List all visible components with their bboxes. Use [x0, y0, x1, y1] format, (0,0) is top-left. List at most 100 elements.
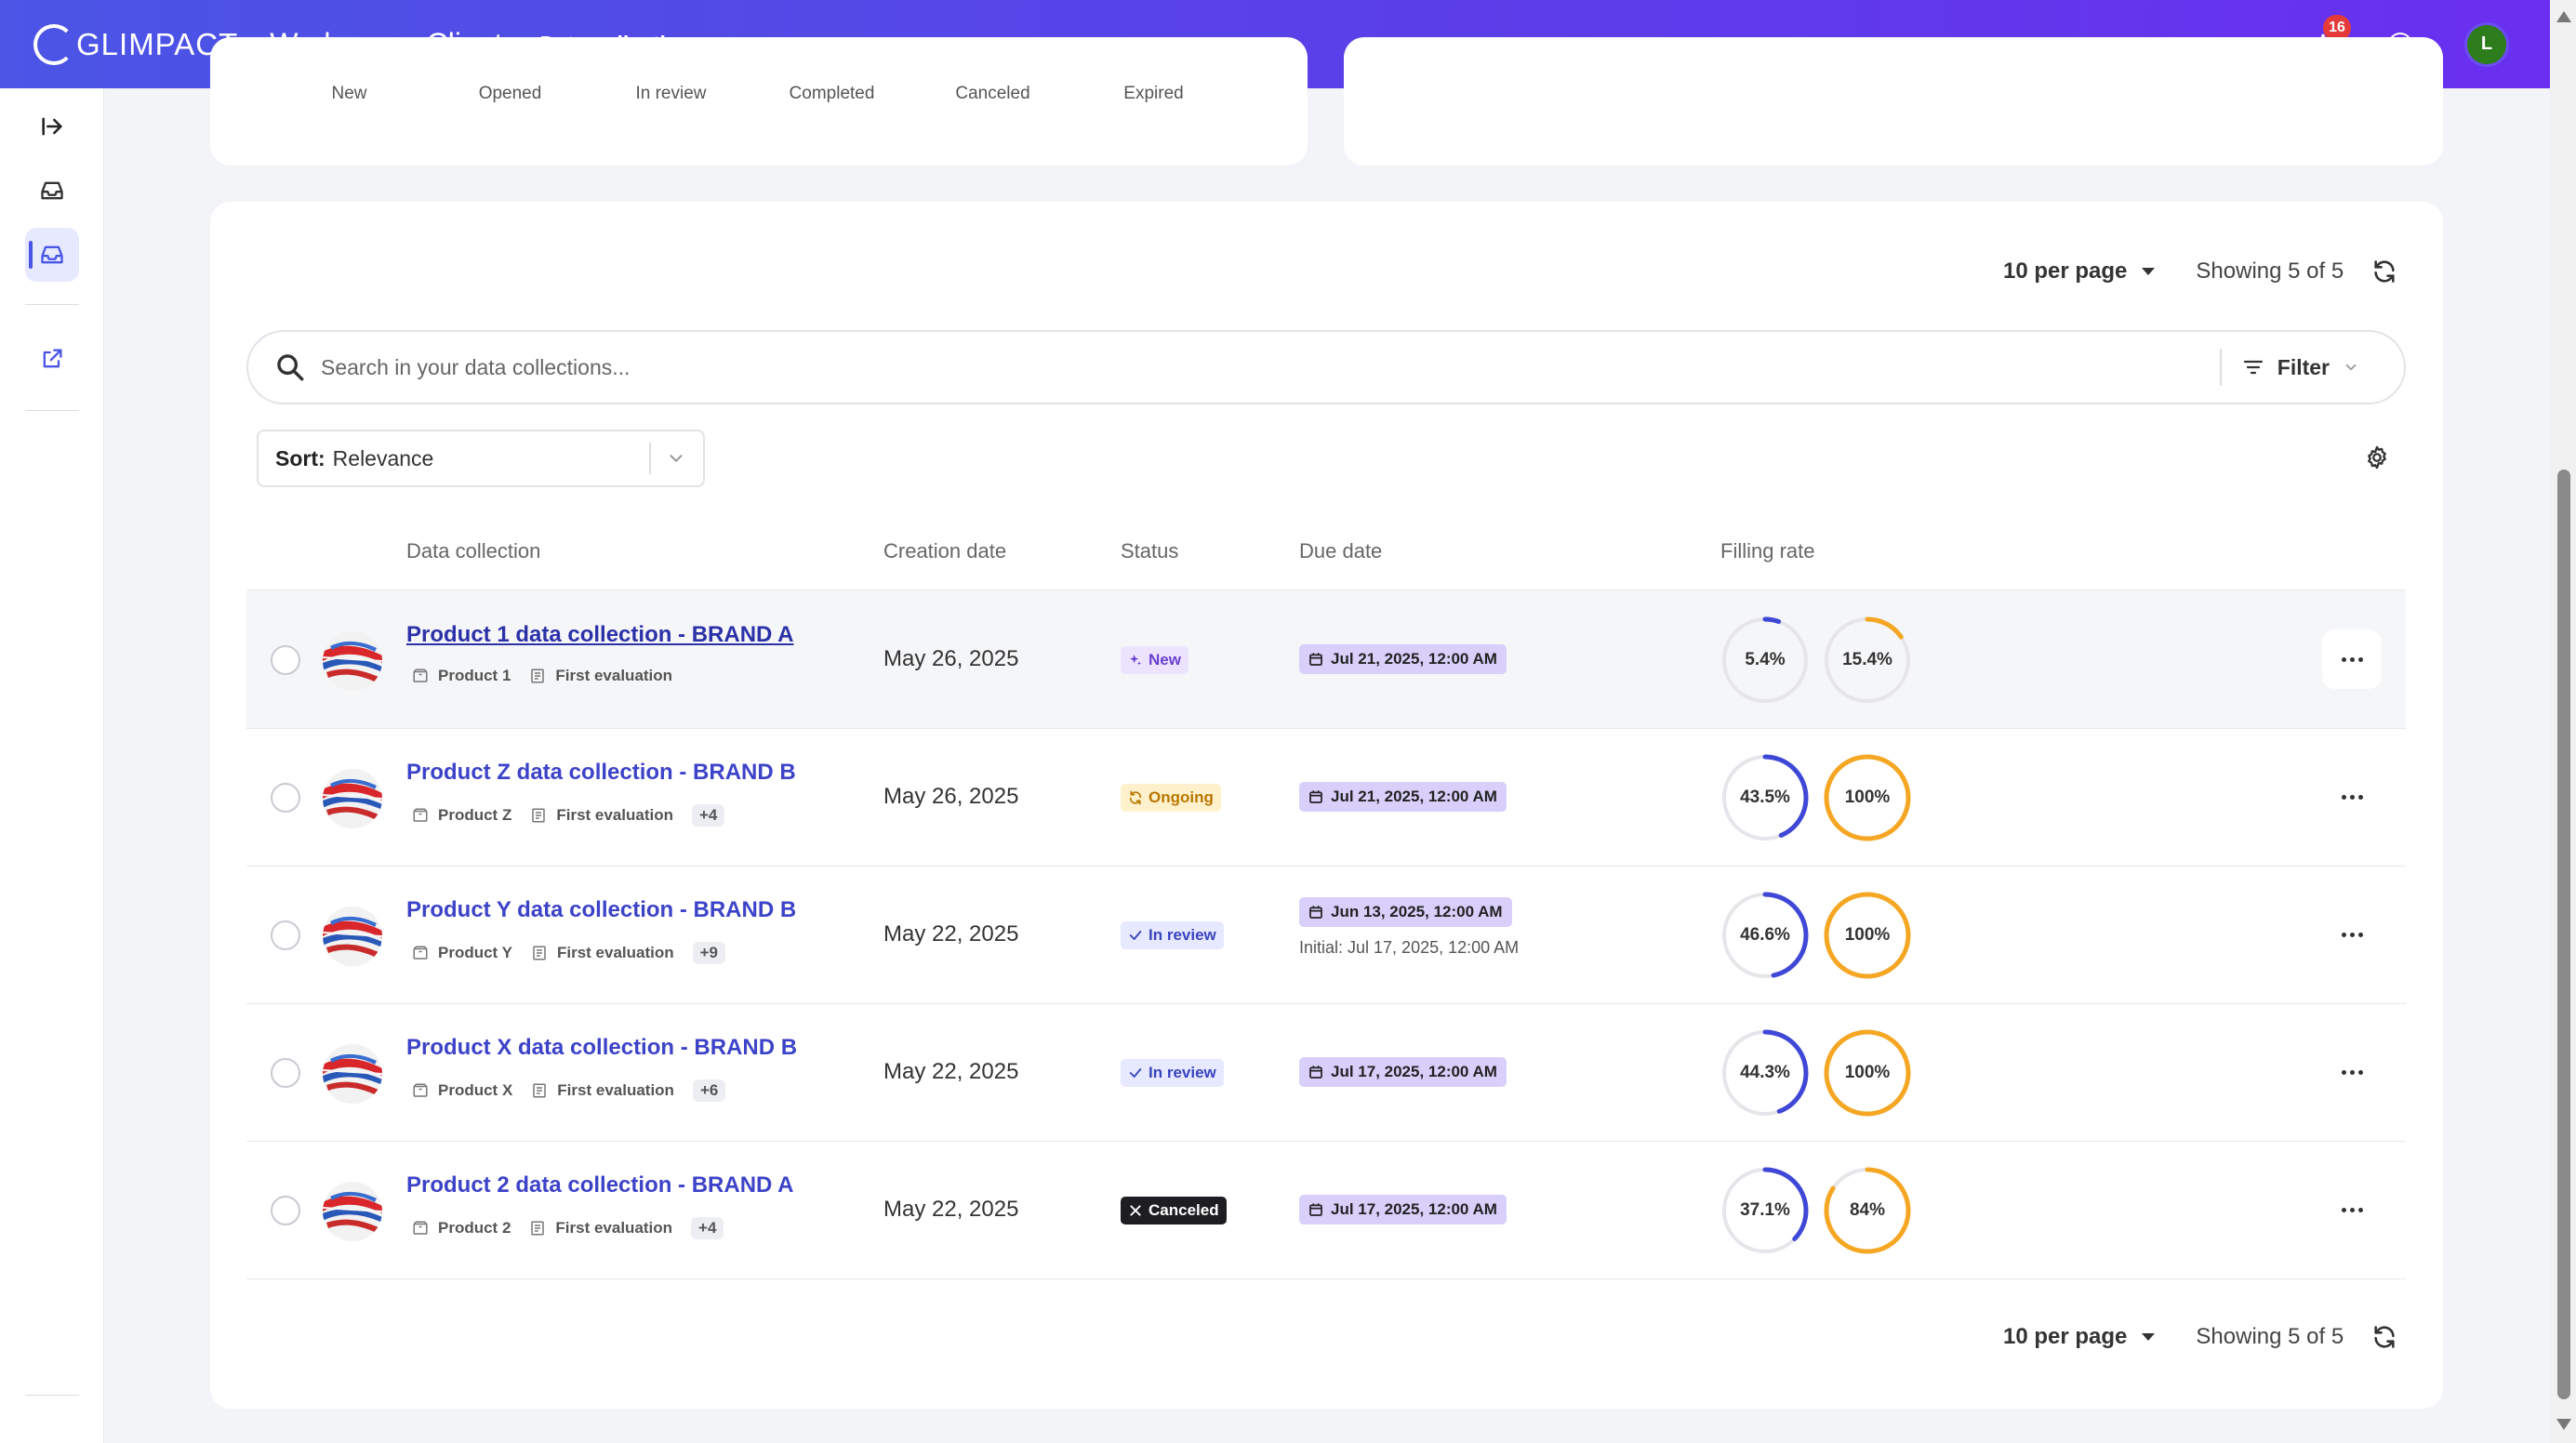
data-collection-title-link[interactable]: Product Z data collection - BRAND B: [406, 760, 796, 786]
data-collection-title-link[interactable]: Product 2 data collection - BRAND A: [406, 1172, 793, 1198]
more-tags-badge[interactable]: +4: [691, 804, 725, 827]
caret-down-icon: [2142, 268, 2156, 275]
more-tags-badge[interactable]: +4: [691, 1217, 724, 1239]
product-thumbnail: [323, 631, 382, 691]
calendar-icon: [1309, 906, 1322, 919]
status-badge: New: [1121, 646, 1188, 674]
inbox-icon: [41, 181, 63, 200]
package-icon: [413, 669, 428, 682]
product-tag: Product X: [412, 1081, 512, 1100]
status-label-canceled: Canceled: [955, 84, 1030, 103]
package-icon: [413, 1083, 428, 1097]
due-date-label: Jun 13, 2025, 12:00 AM: [1331, 903, 1503, 920]
evaluation-tag-label: First evaluation: [555, 1219, 673, 1237]
row-select-checkbox[interactable]: [271, 920, 300, 950]
secondary-summary-card: [1344, 37, 2443, 165]
left-rail: [0, 88, 104, 1443]
product-tag: Product Y: [412, 944, 512, 962]
due-date-badge: Jun 13, 2025, 12:00 AM: [1299, 897, 1512, 927]
per-page-select[interactable]: 10 per page: [2003, 258, 2156, 285]
data-collection-title-link[interactable]: Product X data collection - BRAND B: [406, 1035, 797, 1061]
column-header-due-date[interactable]: Due date: [1299, 539, 1382, 563]
column-header-creation-date[interactable]: Creation date: [883, 539, 1006, 563]
row-select-checkbox[interactable]: [271, 1196, 300, 1225]
row-more-actions-button[interactable]: [2322, 629, 2382, 689]
rail-external-link-button[interactable]: [25, 332, 79, 386]
rail-inbox-button[interactable]: [25, 164, 79, 218]
table-row[interactable]: Product Y data collection - BRAND B Produ…: [246, 866, 2406, 1003]
sort-select[interactable]: Sort: Relevance: [257, 430, 705, 487]
status-label-completed: Completed: [789, 84, 875, 103]
row-tags: Product 2 First evaluation +4: [412, 1217, 724, 1239]
page-scrollbar[interactable]: [2550, 0, 2576, 1443]
filter-button[interactable]: Filter: [2242, 355, 2372, 380]
showing-count: Showing 5 of 5: [2196, 258, 2344, 284]
row-more-actions-button[interactable]: [2322, 905, 2382, 964]
search-input[interactable]: [321, 354, 2220, 380]
row-more-actions-button[interactable]: [2322, 1042, 2382, 1102]
column-header-data-collection[interactable]: Data collection: [406, 539, 540, 563]
chevron-down-icon: [670, 455, 683, 462]
data-collection-title-link[interactable]: Product Y data collection - BRAND B: [406, 897, 796, 923]
due-date-badge: Jul 17, 2025, 12:00 AM: [1299, 1195, 1507, 1225]
more-dot-icon: [2341, 794, 2346, 800]
showing-count: Showing 5 of 5: [2196, 1324, 2344, 1349]
inbox-active-icon: [41, 245, 63, 264]
per-page-select[interactable]: 10 per page: [2003, 1324, 2156, 1350]
scroll-up-arrow[interactable]: [2556, 11, 2571, 22]
row-select-checkbox[interactable]: [271, 1058, 300, 1088]
row-more-actions-button[interactable]: [2322, 1180, 2382, 1239]
package-icon: [413, 1221, 428, 1235]
filling-rate-primary: 43.5%: [1720, 752, 1811, 843]
creation-date: May 26, 2025: [883, 646, 1019, 671]
due-date-initial: Initial: Jul 17, 2025, 12:00 AM: [1299, 938, 1520, 957]
scroll-thumb[interactable]: [2557, 470, 2570, 1399]
row-select-checkbox[interactable]: [271, 645, 300, 675]
rail-data-collections-button[interactable]: [25, 228, 79, 282]
creation-date: May 22, 2025: [883, 921, 1019, 947]
check-icon: [1129, 1068, 1142, 1078]
creation-date: May 26, 2025: [883, 784, 1019, 809]
per-page-label: 10 per page: [2003, 1324, 2128, 1349]
scroll-down-arrow[interactable]: [2556, 1419, 2571, 1430]
table-row[interactable]: Product 1 data collection - BRAND A Produ…: [246, 590, 2406, 728]
user-avatar[interactable]: L: [2464, 21, 2509, 67]
refresh-icon[interactable]: [2371, 258, 2397, 285]
due-date-label: Jul 17, 2025, 12:00 AM: [1331, 1063, 1497, 1080]
calendar-icon: [1309, 1066, 1322, 1079]
table-row[interactable]: Product Z data collection - BRAND B Produ…: [246, 728, 2406, 866]
status-label-new: New: [331, 84, 367, 103]
expand-sidebar-button[interactable]: [25, 99, 79, 153]
table-row[interactable]: Product 2 data collection - BRAND A Produ…: [246, 1141, 2406, 1278]
gear-icon[interactable]: [2364, 444, 2390, 470]
close-icon: [1130, 1205, 1141, 1216]
sort-label: Sort:: [275, 445, 325, 470]
more-tags-badge[interactable]: +6: [692, 1079, 726, 1102]
filling-rate-secondary: 100%: [1822, 1027, 1913, 1119]
more-dot-icon: [2341, 656, 2346, 662]
status-summary-card: New Opened In review Completed Canceled …: [210, 37, 1308, 165]
product-thumbnail-image: [323, 1182, 382, 1241]
row-more-actions-button[interactable]: [2322, 767, 2382, 827]
calendar-icon: [1309, 790, 1322, 803]
document-icon: [533, 1083, 547, 1098]
document-icon: [532, 808, 546, 823]
product-thumbnail: [323, 1044, 382, 1104]
rail-divider: [25, 410, 79, 411]
refresh-icon[interactable]: [2371, 1324, 2397, 1350]
pager-bottom: 10 per page Showing 5 of 5: [2003, 1324, 2397, 1350]
filling-rate-secondary-label: 100%: [1844, 788, 1891, 807]
column-header-filling-rate[interactable]: Filling rate: [1720, 539, 1814, 563]
glimpact-logo[interactable]: GLIMPACT: [33, 23, 238, 65]
table-row[interactable]: Product X data collection - BRAND B Produ…: [246, 1003, 2406, 1141]
filling-rate-secondary: 15.4%: [1822, 615, 1913, 706]
more-tags-badge[interactable]: +9: [692, 942, 726, 964]
evaluation-tag: First evaluation: [529, 667, 672, 685]
data-collection-title-link[interactable]: Product 1 data collection - BRAND A: [406, 622, 793, 648]
more-dot-icon: [2341, 1207, 2346, 1212]
column-header-status[interactable]: Status: [1121, 539, 1178, 563]
row-select-checkbox[interactable]: [271, 783, 300, 813]
filling-rate-primary-label: 44.3%: [1740, 1063, 1790, 1082]
product-thumbnail-image: [323, 907, 382, 966]
product-tag: Product 2: [412, 1219, 511, 1238]
